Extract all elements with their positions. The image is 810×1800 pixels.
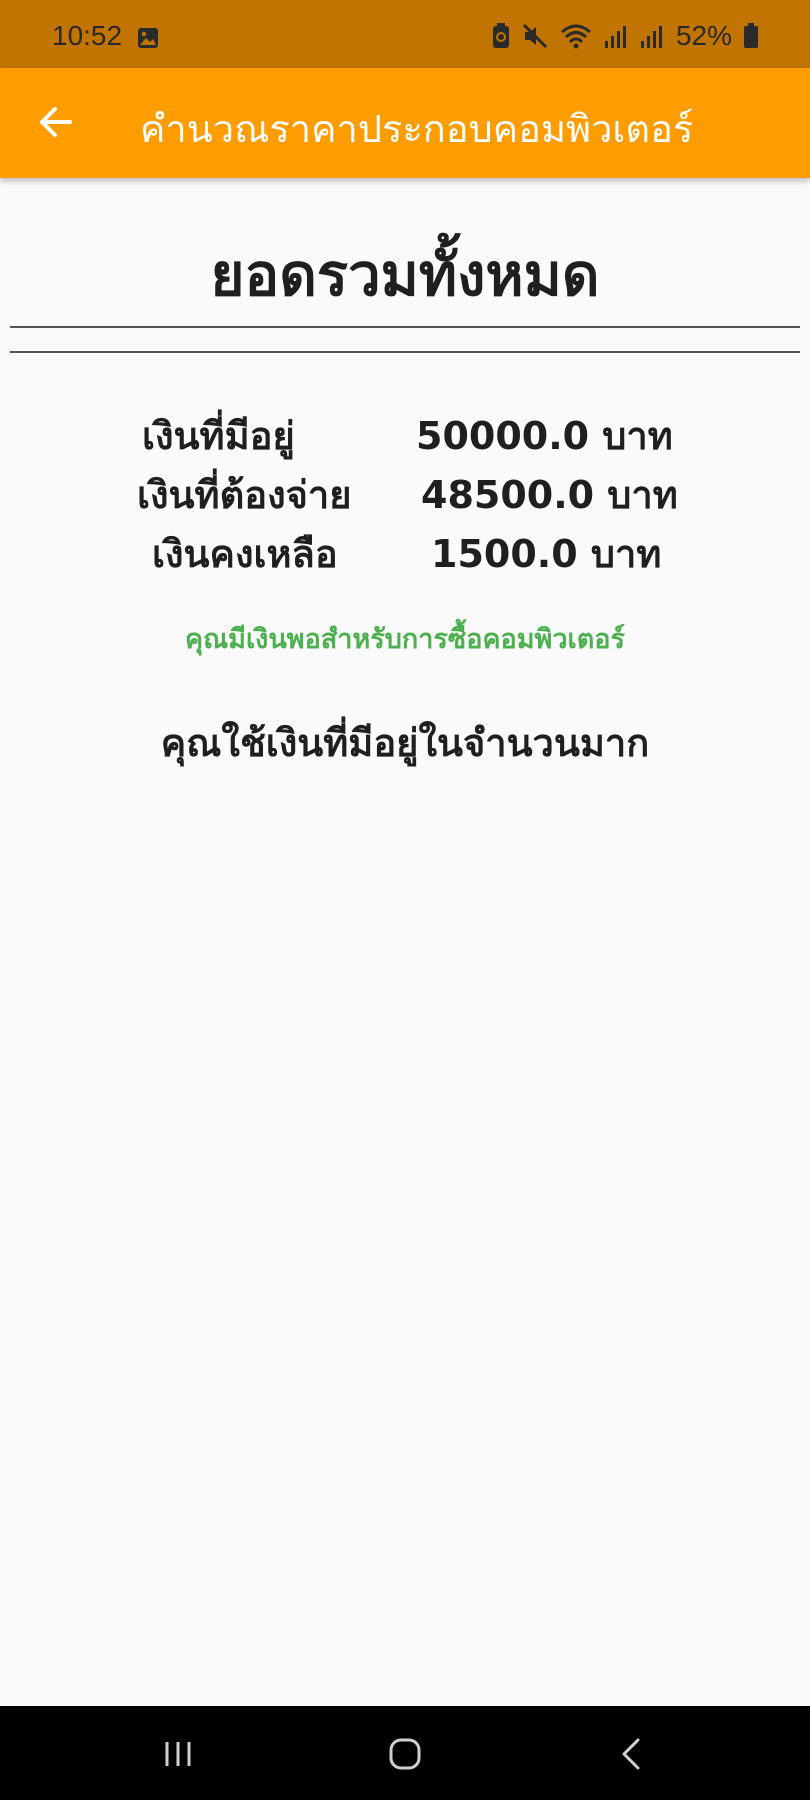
status-icons: 52%: [492, 20, 758, 52]
divider: [10, 326, 800, 328]
summary-row-remaining: เงินคงเหลือ 1500.0 บาท: [0, 523, 810, 583]
divider: [10, 351, 800, 353]
summary-row-available: เงินที่มีอยู่ 50000.0 บาท: [0, 405, 810, 465]
signal-icon: [604, 26, 626, 48]
battery-saver-icon: [492, 23, 509, 48]
mute-icon: [522, 23, 548, 49]
signal-icon: [640, 26, 662, 48]
navigation-bar: [0, 1706, 810, 1800]
back-icon[interactable]: [612, 1734, 652, 1774]
row-value: 48500.0 บาท: [421, 473, 678, 517]
row-label: เงินที่มีอยู่: [142, 414, 295, 458]
status-time: 10:52: [52, 20, 123, 51]
status-message: คุณมีเงินพอสำหรับการซื้อคอมพิวเตอร์: [185, 624, 625, 655]
battery-percent: 52%: [675, 20, 732, 51]
row-value: 1500.0 บาท: [431, 532, 662, 576]
row-label: เงินที่ต้องจ่าย: [137, 473, 352, 517]
page-title: ยอดรวมทั้งหมด: [210, 241, 600, 309]
image-icon: [138, 28, 158, 48]
status-bar: 10:52 52%: [0, 0, 810, 68]
app-title: คำนวณราคาประกอบคอมพิวเตอร์: [140, 107, 694, 151]
row-value: 50000.0 บาท: [416, 414, 673, 458]
wifi-icon: [560, 24, 591, 49]
home-icon[interactable]: [385, 1734, 425, 1774]
row-label: เงินคงเหลือ: [152, 532, 338, 576]
recent-apps-icon[interactable]: [158, 1734, 198, 1774]
app-bar: คำนวณราคาประกอบคอมพิวเตอร์: [0, 68, 810, 178]
summary-row-payable: เงินที่ต้องจ่าย 48500.0 บาท: [0, 464, 810, 524]
spending-comment: คุณใช้เงินที่มีอยู่ในจำนวนมาก: [160, 721, 650, 765]
battery-icon: [744, 23, 758, 48]
arrow-left-icon[interactable]: [36, 102, 76, 142]
